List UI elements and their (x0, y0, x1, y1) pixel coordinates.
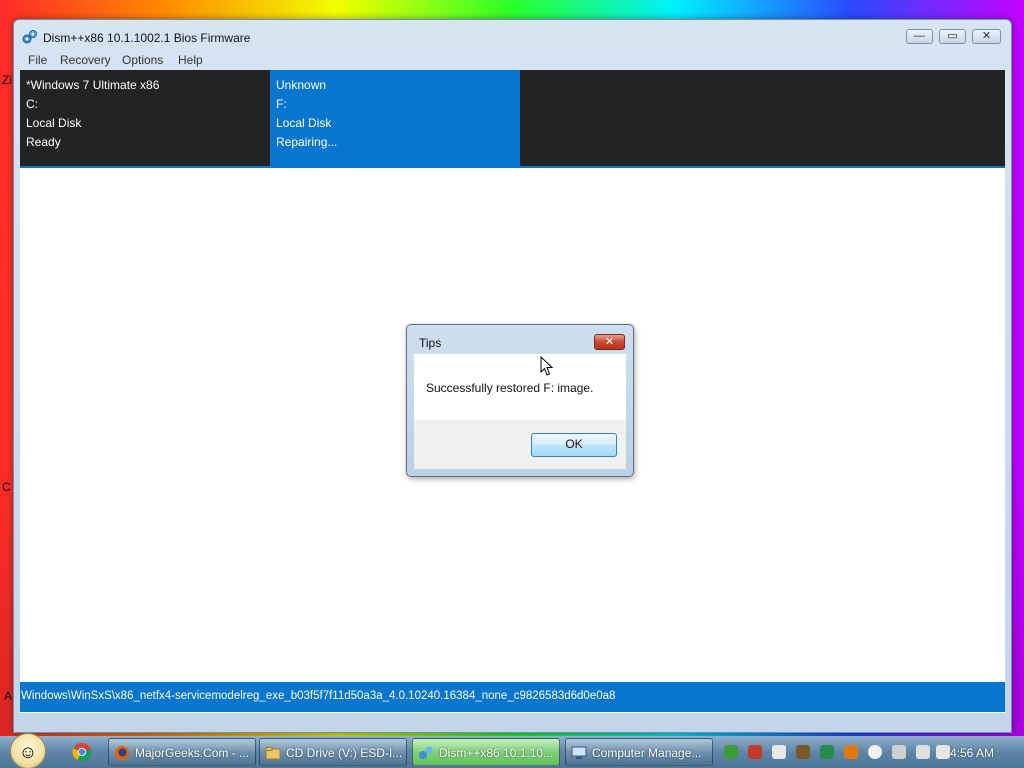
taskbar-clock[interactable]: 4:56 AM (950, 746, 994, 760)
smiley-icon: ☺ (18, 742, 38, 762)
volume-icon[interactable] (936, 745, 950, 759)
taskbar-button-label: Dism++x86 10.1.10... (439, 746, 554, 760)
usb-device-icon[interactable] (772, 745, 786, 759)
computer-management-icon (571, 746, 587, 759)
image-drive: C: (26, 97, 38, 111)
shield-icon[interactable] (820, 745, 834, 759)
taskbar-button-cd-drive[interactable]: CD Drive (V:) ESD-I... (259, 738, 407, 766)
taskbar-button-label: CD Drive (V:) ESD-I... (286, 746, 403, 760)
maximize-button[interactable]: ▭ (939, 29, 966, 44)
start-button[interactable]: ☺ (10, 733, 46, 768)
gears-icon (22, 30, 37, 44)
image-drive: F: (276, 97, 287, 111)
image-selector-strip: *Windows 7 Ultimate x86 C: Local Disk Re… (20, 70, 1005, 168)
folder-icon (265, 747, 281, 760)
close-button[interactable]: ✕ (972, 29, 1001, 44)
chrome-icon[interactable] (70, 741, 94, 763)
menu-bar: File Recovery Options Help (20, 50, 1005, 70)
taskbar-button-computer-management[interactable]: Computer Manage... (565, 738, 713, 766)
tips-dialog: Tips ✕ Successfully restored F: image. O… (406, 324, 634, 477)
display-icon[interactable] (916, 745, 930, 759)
image-status: Ready (26, 135, 61, 149)
desktop-icon-label-fragment: A (4, 689, 13, 703)
mouse-pointer-icon (540, 356, 554, 376)
dialog-footer: OK (414, 420, 626, 469)
menu-recovery[interactable]: Recovery (60, 53, 111, 67)
menu-help[interactable]: Help (178, 53, 203, 67)
title-bar[interactable]: Dism++x86 10.1.1002.1 Bios Firmware — ▭ … (14, 20, 1011, 50)
padlock-icon[interactable] (796, 745, 810, 759)
security-lock-icon[interactable] (748, 745, 762, 759)
status-bar: Windows\WinSxS\x86_netfx4-servicemodelre… (20, 682, 1005, 712)
dialog-close-button[interactable]: ✕ (594, 334, 625, 350)
minimize-button[interactable]: — (906, 29, 933, 44)
status-path: Windows\WinSxS\x86_netfx4-servicemodelre… (21, 690, 616, 702)
ok-button[interactable]: OK (531, 433, 617, 457)
dialog-body: Successfully restored F: image. OK (414, 354, 626, 469)
dialog-title: Tips (419, 336, 442, 350)
flag-action-center-icon[interactable] (892, 745, 906, 759)
menu-options[interactable]: Options (122, 53, 163, 67)
network-globe-icon[interactable] (724, 745, 738, 759)
dialog-message: Successfully restored F: image. (426, 381, 594, 395)
taskbar-button-label: Computer Manage... (592, 746, 702, 760)
desktop-icon-label-fragment: Zi (2, 73, 12, 87)
gears-icon (419, 746, 433, 759)
image-card-windows7[interactable]: *Windows 7 Ultimate x86 C: Local Disk Re… (20, 70, 270, 168)
taskbar: ☺ MajorGeeks.Com - ... CD Drive (V:) ESD… (0, 733, 1024, 768)
window-title: Dism++x86 10.1.1002.1 Bios Firmware (43, 31, 251, 45)
image-type: Local Disk (276, 116, 332, 130)
taskbar-button-label: MajorGeeks.Com - ... (135, 746, 250, 760)
menu-file[interactable]: File (28, 53, 47, 67)
desktop-icon-label-fragment: C (2, 480, 11, 494)
taskbar-button-majorgeeks[interactable]: MajorGeeks.Com - ... (108, 738, 256, 766)
taskbar-button-dism[interactable]: Dism++x86 10.1.10... (412, 738, 560, 766)
chat-icon[interactable] (868, 745, 882, 759)
firefox-icon (115, 746, 129, 760)
image-card-unknown[interactable]: Unknown F: Local Disk Repairing... (270, 70, 520, 168)
image-name: *Windows 7 Ultimate x86 (26, 78, 160, 92)
image-name: Unknown (276, 78, 327, 92)
image-status: Repairing... (276, 135, 338, 149)
image-type: Local Disk (26, 116, 82, 130)
search-tool-icon[interactable] (844, 745, 858, 759)
